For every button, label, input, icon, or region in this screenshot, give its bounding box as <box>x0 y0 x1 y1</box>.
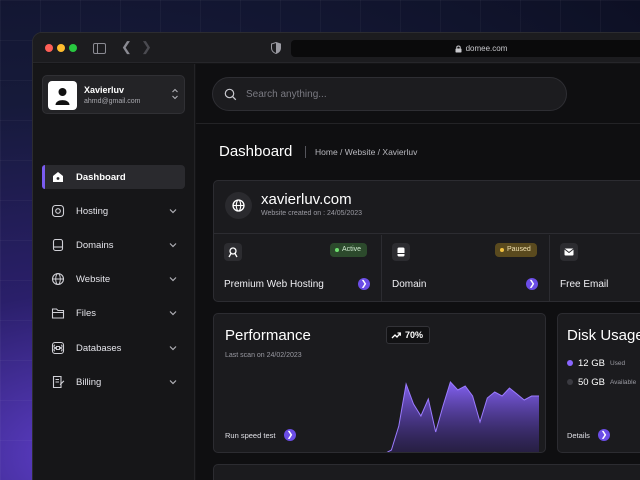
globe-icon <box>51 272 65 286</box>
lock-icon <box>455 44 462 52</box>
next-card <box>213 464 640 480</box>
sidebar-item-databases[interactable]: Databases <box>42 336 185 360</box>
title-divider <box>305 146 306 158</box>
performance-chart <box>386 381 539 452</box>
hosting-icon <box>51 204 65 218</box>
service-label: Free Email <box>560 279 609 290</box>
service-icon-box <box>392 243 410 261</box>
minimize-window-button[interactable] <box>57 44 65 52</box>
website-created-date: Website created on : 24/05/2023 <box>261 210 363 217</box>
website-avatar <box>225 192 252 219</box>
status-badge: Paused <box>495 243 537 257</box>
service-icon-box <box>560 243 578 261</box>
website-name[interactable]: xavierluv.com <box>261 191 352 208</box>
website-header: xavierluv.com Website created on : 24/05… <box>214 181 640 234</box>
sidebar-item-label: Dashboard <box>76 172 126 183</box>
disk-usage-card: Disk Usage 12 GB Used 50 GB Available De… <box>557 313 640 453</box>
service-free-email[interactable]: Free Email <box>550 235 640 301</box>
user-email: ahmd@gmail.com <box>84 98 141 105</box>
service-icon-box <box>224 243 242 261</box>
forward-arrow-icon[interactable]: ❯ <box>141 40 152 54</box>
legend-dot-available <box>567 379 573 385</box>
service-label: Premium Web Hosting <box>224 279 324 290</box>
disk-details-link[interactable]: Details <box>567 431 590 440</box>
mail-icon <box>564 248 574 256</box>
sidebar-item-billing[interactable]: Billing <box>42 370 185 394</box>
user-name: Xavierluv <box>84 85 125 95</box>
address-url: domee.com <box>465 44 508 53</box>
command-icon <box>51 341 65 355</box>
user-avatar-icon <box>55 88 70 105</box>
sidebar-item-label: Billing <box>76 377 102 388</box>
disk-available-row: 50 GB Available <box>567 376 636 388</box>
sidebar-item-label: Website <box>76 274 111 285</box>
chevron-down-icon <box>169 243 177 248</box>
chevron-down-icon <box>169 209 177 214</box>
sidebar-item-website[interactable]: Website <box>42 267 185 291</box>
service-label: Domain <box>392 279 427 290</box>
sidebar-item-label: Databases <box>76 343 122 354</box>
page-title: Dashboard <box>219 143 293 160</box>
sidebar-item-dashboard[interactable]: Dashboard <box>42 165 185 189</box>
shield-icon[interactable] <box>271 42 281 54</box>
home-icon <box>53 172 63 182</box>
chevron-right-icon[interactable]: ❯ <box>526 278 538 290</box>
service-domain[interactable]: Paused Domain ❯ <box>382 235 550 301</box>
trend-up-icon <box>391 332 401 339</box>
disk-used-value: 12 GB <box>578 357 605 369</box>
performance-title: Performance <box>225 327 311 344</box>
hosting-icon <box>228 247 238 258</box>
service-web-hosting[interactable]: Active Premium Web Hosting ❯ <box>214 235 382 301</box>
chevron-down-icon <box>169 380 177 385</box>
back-arrow-icon[interactable]: ❮ <box>121 40 132 54</box>
status-badge: Active <box>330 243 368 257</box>
folder-icon <box>51 308 65 319</box>
website-card: xavierluv.com Website created on : 24/05… <box>213 180 640 302</box>
disk-used-row: 12 GB Used <box>567 357 625 369</box>
disk-used-label: Used <box>609 359 626 367</box>
disk-usage-title: Disk Usage <box>567 327 640 344</box>
chevron-right-icon[interactable]: ❯ <box>358 278 370 290</box>
browser-titlebar: ❮ ❯ domee.com <box>33 33 640 63</box>
legend-dot-used <box>567 360 573 366</box>
sidebar-item-files[interactable]: Files <box>42 301 185 325</box>
last-scan-date: Last scan on 24/02/2023 <box>225 352 302 359</box>
sidebar-item-label: Hosting <box>76 206 109 217</box>
content-area: Dashboard Home / Website / Xavierluv xav… <box>195 63 640 480</box>
performance-percent: 70% <box>405 330 424 340</box>
domain-icon <box>52 238 64 252</box>
chevron-down-icon <box>169 311 177 316</box>
performance-score-badge: 70% <box>386 326 430 344</box>
domain-icon <box>397 247 405 257</box>
chevron-down-icon <box>169 346 177 351</box>
sidebar-item-label: Domains <box>76 240 114 251</box>
avatar <box>48 81 77 110</box>
globe-icon <box>232 199 245 212</box>
disk-available-value: 50 GB <box>578 376 605 388</box>
chevron-down-icon <box>169 277 177 282</box>
sidebar: Xavierluv ahmd@gmail.com Dashboard Hosti… <box>33 64 195 480</box>
address-bar[interactable]: domee.com <box>291 40 640 57</box>
breadcrumb[interactable]: Home / Website / Xavierluv <box>315 147 417 157</box>
chevron-updown-icon <box>172 88 178 100</box>
billing-icon <box>52 375 65 389</box>
chevron-right-icon[interactable]: ❯ <box>284 429 296 441</box>
sidebar-item-label: Files <box>76 308 97 319</box>
sidebar-item-domains[interactable]: Domains <box>42 233 185 257</box>
close-window-button[interactable] <box>45 44 53 52</box>
run-speed-test-link[interactable]: Run speed test <box>225 431 275 440</box>
performance-card: Performance Last scan on 24/02/2023 70% … <box>213 313 546 453</box>
maximize-window-button[interactable] <box>69 44 77 52</box>
sidebar-item-hosting[interactable]: Hosting <box>42 199 185 223</box>
user-switcher[interactable]: Xavierluv ahmd@gmail.com <box>42 75 185 114</box>
chevron-right-icon[interactable]: ❯ <box>598 429 610 441</box>
disk-available-label: Available <box>609 378 637 386</box>
sidebar-toggle-icon[interactable] <box>93 43 106 54</box>
